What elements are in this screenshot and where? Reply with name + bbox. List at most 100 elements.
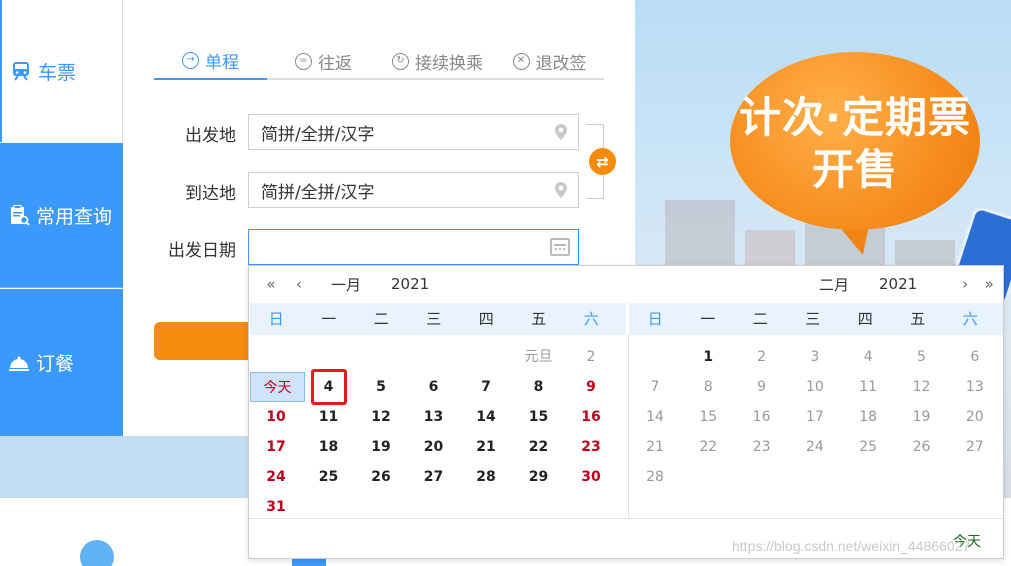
calendar-day[interactable]: 21 [629,432,681,462]
calendar-day[interactable]: 28 [629,462,681,492]
weekday-label: 三 [805,310,821,328]
calendar-day[interactable]: 17 [789,402,841,432]
service-icon[interactable] [80,540,114,566]
to-station-input[interactable]: 简拼/全拼/汉字 [248,172,579,208]
calendar-day[interactable]: 20 [408,432,460,462]
left-month-header: « ‹ 一月 2021 [261,266,621,302]
calendar-day[interactable]: 12 [355,402,407,432]
calendar-day[interactable]: 19 [355,432,407,462]
weekday-label: 五 [531,310,547,328]
left-year-label[interactable]: 2021 [391,275,429,293]
calendar-day[interactable]: 2 [736,342,788,372]
calendar-day[interactable]: 14 [629,402,681,432]
calendar-day[interactable]: 23 [736,432,788,462]
calendar-day[interactable]: 27 [949,432,1001,462]
calendar-day[interactable]: 25 [303,462,355,492]
calendar-day[interactable]: 6 [408,372,460,402]
calendar-day[interactable]: 27 [408,462,460,492]
calendar-day[interactable]: 8 [513,372,565,402]
calendar-day[interactable]: 29 [513,462,565,492]
clipboard-search-icon [8,204,30,226]
calendar-day[interactable]: 25 [842,432,894,462]
calendar-day[interactable]: 9 [736,372,788,402]
calendar-day[interactable]: 12 [896,372,948,402]
nav-item-meal[interactable]: 订餐 [0,289,123,436]
next-year-button[interactable]: » [979,275,999,293]
nav-item-query[interactable]: 常用查询 [0,143,123,288]
left-month-label[interactable]: 一月 [331,274,361,295]
calendar-day[interactable]: 15 [513,402,565,432]
calendar-day-today[interactable]: 今天 [250,372,305,402]
calendar-day[interactable]: 14 [460,402,512,432]
tab-refund-change[interactable]: ✕ 退改签 [495,42,604,80]
calendar-day[interactable]: 5 [896,342,948,372]
calendar-day[interactable]: 26 [896,432,948,462]
weekday-label: 六 [962,310,978,328]
weekday-label: 二 [752,310,768,328]
weekday-label: 三 [426,310,442,328]
calendar-day[interactable]: 9 [565,372,617,402]
promo-text: 计次·定期票 开售 [730,92,980,196]
calendar-day-holiday[interactable]: 元旦 [513,342,565,372]
calendar-day[interactable]: 7 [460,372,512,402]
calendar-day[interactable]: 15 [682,402,734,432]
calendar-day[interactable]: 17 [250,432,302,462]
calendar-day[interactable]: 28 [460,462,512,492]
nav-item-ticket[interactable]: 车票 [0,0,123,142]
calendar-day-selected[interactable]: 4 [310,369,347,405]
date-label: 出发日期 [168,241,236,261]
weekday-label: 四 [478,310,494,328]
calendar-day[interactable]: 8 [682,372,734,402]
nav-query-label: 常用查询 [36,205,113,228]
calendar-day[interactable]: 18 [842,402,894,432]
calendar-day[interactable]: 13 [408,402,460,432]
swap-stations-button[interactable]: ⇄ [589,148,616,175]
calendar-day[interactable]: 10 [789,372,841,402]
tab-round-trip[interactable]: = 往返 [267,42,380,80]
calendar-day[interactable]: 20 [949,402,1001,432]
calendar-day[interactable]: 16 [736,402,788,432]
weekday-label: 二 [373,310,389,328]
left-weekday-row: 日 一 二 三 四 五 六 [250,303,626,335]
calendar-day[interactable]: 22 [682,432,734,462]
calendar-day[interactable]: 19 [896,402,948,432]
calendar-day[interactable]: 11 [842,372,894,402]
calendar-day[interactable]: 2 [565,342,617,372]
calendar-day[interactable]: 22 [513,432,565,462]
calendar-day[interactable]: 6 [949,342,1001,372]
calendar-day[interactable]: 4 [842,342,894,372]
calendar-day[interactable]: 21 [460,432,512,462]
prev-year-button[interactable]: « [261,275,281,293]
weekday-label: 五 [910,310,926,328]
calendar-day[interactable]: 5 [355,372,407,402]
weekday-label: 四 [857,310,873,328]
calendar-day[interactable]: 7 [629,372,681,402]
from-station-input[interactable]: 简拼/全拼/汉字 [248,114,579,150]
location-pin-icon [555,182,567,198]
calendar-day[interactable]: 18 [303,432,355,462]
calendar-day[interactable]: 3 [789,342,841,372]
tab-transfer[interactable]: ↻ 接续换乘 [380,42,495,80]
tab-one-way[interactable]: → 单程 [154,42,267,80]
right-year-label[interactable]: 2021 [879,275,917,293]
calendar-day[interactable]: 26 [355,462,407,492]
calendar-day[interactable]: 13 [949,372,1001,402]
prev-month-button[interactable]: ‹ [289,275,309,293]
calendar-day[interactable]: 11 [303,402,355,432]
arrow-right-icon: → [182,51,199,69]
next-month-button[interactable]: › [955,275,975,293]
calendar-day[interactable]: 24 [789,432,841,462]
calendar-day[interactable]: 23 [565,432,617,462]
calendar-icon[interactable] [550,238,570,256]
departure-date-input[interactable] [248,229,579,265]
weekday-label: 一 [321,310,337,328]
search-button[interactable] [154,322,254,360]
calendar-day[interactable]: 30 [565,462,617,492]
calendar-day[interactable]: 10 [250,402,302,432]
calendar-day[interactable]: 1 [682,342,734,372]
calendar-day[interactable]: 24 [250,462,302,492]
right-month-label[interactable]: 二月 [819,274,849,295]
nav-meal-label: 订餐 [36,353,75,375]
calendar-day[interactable]: 16 [565,402,617,432]
promo-line-2: 开售 [811,145,898,194]
